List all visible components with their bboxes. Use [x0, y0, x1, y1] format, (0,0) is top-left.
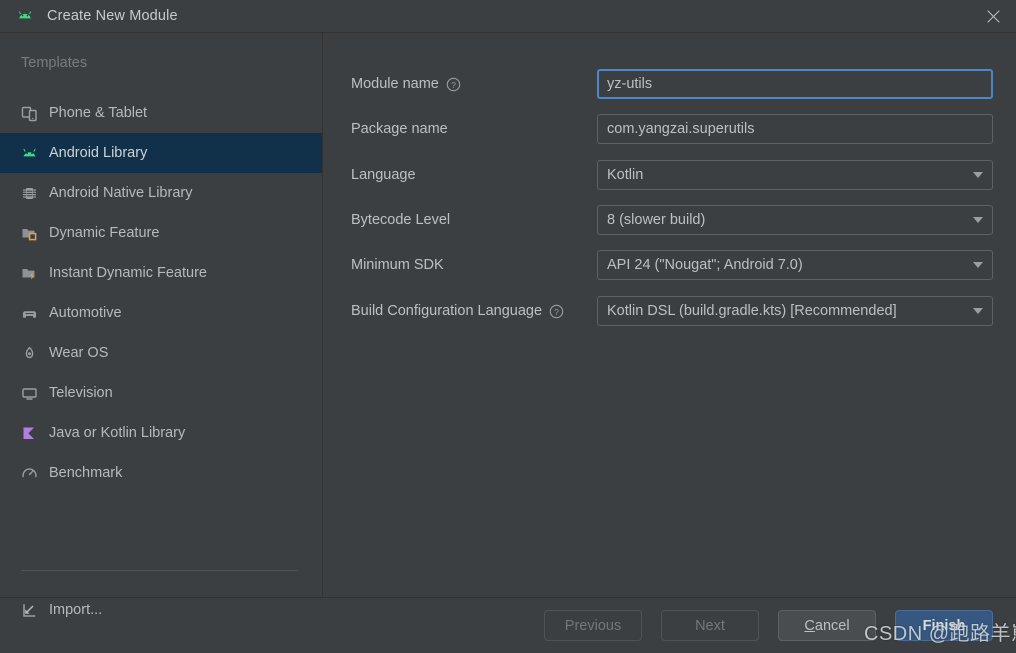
field-label-text: Module name [351, 76, 439, 92]
field-label-text: Build Configuration Language [351, 303, 543, 319]
form-row: Language Kotlin [323, 160, 1016, 190]
benchmark-gauge-icon [21, 465, 38, 482]
form-row: Package name com.yangzai.superutils [323, 114, 1016, 144]
field-label: Bytecode Level [351, 212, 450, 228]
help-circle-icon[interactable]: ? [549, 304, 564, 319]
field-label: Minimum SDK [351, 257, 444, 273]
kotlin-library-icon [21, 425, 38, 442]
sidebar-item-automotive[interactable]: Automotive [0, 293, 322, 333]
form-row: Build Configuration Language? Kotlin DSL … [323, 296, 1016, 326]
chevron-down-icon[interactable] [973, 217, 983, 223]
svg-text:?: ? [451, 79, 456, 89]
cancel-accel: C [804, 617, 815, 634]
instant-dynamic-feature-folder-icon [21, 265, 38, 282]
field-value: Kotlin DSL (build.gradle.kts) [Recommend… [607, 303, 897, 319]
form-row: Module name? yz-utils [323, 69, 1016, 99]
sidebar-item-android-library[interactable]: Android Library [0, 133, 322, 173]
templates-sidebar: Templates Phone & Tablet Android Library A… [0, 33, 323, 618]
previous-button[interactable]: Previous [544, 610, 642, 641]
sidebar-item-label: Dynamic Feature [49, 225, 160, 241]
dialog-footer: Previous Next Cancel Finish [0, 597, 1016, 653]
sidebar-item-java-or-kotlin-library[interactable]: Java or Kotlin Library [0, 413, 322, 453]
sidebar-item-android-native-library[interactable]: Android Native Library [0, 173, 322, 213]
field-label-text: Package name [351, 121, 448, 137]
field-label: Package name [351, 121, 448, 137]
sidebar-item-dynamic-feature[interactable]: Dynamic Feature [0, 213, 322, 253]
native-chip-icon [21, 185, 38, 202]
field-value: API 24 ("Nougat"; Android 7.0) [607, 257, 803, 273]
field-label: Module name? [351, 76, 461, 92]
next-button[interactable]: Next [661, 610, 759, 641]
car-icon [21, 305, 38, 322]
svg-text:?: ? [554, 306, 559, 316]
window-title: Create New Module [47, 8, 178, 24]
finish-button[interactable]: Finish [895, 610, 993, 641]
sidebar-item-label: Phone & Tablet [49, 105, 148, 121]
chevron-down-icon[interactable] [973, 308, 983, 314]
field-value: Kotlin [607, 167, 644, 183]
sidebar-item-label: Television [49, 385, 113, 401]
television-icon [21, 385, 38, 402]
dynamic-feature-folder-icon [21, 225, 38, 242]
chevron-down-icon[interactable] [973, 262, 983, 268]
field-select-2[interactable]: Kotlin [597, 160, 993, 190]
templates-list: Phone & Tablet Android Library Android Nat… [0, 93, 322, 493]
sidebar-item-label: Benchmark [49, 465, 123, 481]
field-input-0[interactable]: yz-utils [597, 69, 993, 99]
chevron-down-icon[interactable] [973, 172, 983, 178]
help-circle-icon[interactable]: ? [446, 77, 461, 92]
field-label: Build Configuration Language? [351, 303, 564, 319]
module-form-panel: Module name? yz-utils Package name com.yang… [323, 33, 1016, 597]
sidebar-divider [21, 570, 298, 571]
field-value: 8 (slower build) [607, 212, 706, 228]
templates-header: Templates [21, 55, 88, 71]
field-select-5[interactable]: Kotlin DSL (build.gradle.kts) [Recommend… [597, 296, 993, 326]
field-label-text: Bytecode Level [351, 212, 451, 228]
field-value: com.yangzai.superutils [607, 121, 755, 137]
form-row: Minimum SDK API 24 ("Nougat"; Android 7.0… [323, 250, 1016, 280]
phone-tablet-icon [21, 105, 38, 122]
dialog-body: Templates Phone & Tablet Android Library A… [0, 33, 1016, 618]
sidebar-item-phone-tablet[interactable]: Phone & Tablet [0, 93, 322, 133]
android-head-icon [17, 8, 33, 24]
sidebar-item-label: Automotive [49, 305, 122, 321]
field-input-1[interactable]: com.yangzai.superutils [597, 114, 993, 144]
field-label-text: Minimum SDK [351, 257, 444, 273]
close-icon[interactable] [970, 0, 1016, 33]
sidebar-item-label: Android Library [49, 145, 148, 161]
cancel-rest: ancel [814, 617, 850, 634]
title-bar: Create New Module [0, 0, 1016, 33]
field-select-3[interactable]: 8 (slower build) [597, 205, 993, 235]
android-head-icon [21, 145, 38, 162]
field-label: Language [351, 167, 416, 183]
sidebar-item-instant-dynamic-feature[interactable]: Instant Dynamic Feature [0, 253, 322, 293]
watch-icon [21, 345, 38, 362]
sidebar-item-television[interactable]: Television [0, 373, 322, 413]
form-row: Bytecode Level 8 (slower build) [323, 205, 1016, 235]
sidebar-item-label: Instant Dynamic Feature [49, 265, 207, 281]
create-new-module-dialog: Create New Module Templates Phone & Tabl… [0, 0, 1016, 653]
sidebar-item-label: Wear OS [49, 345, 109, 361]
sidebar-item-benchmark[interactable]: Benchmark [0, 453, 322, 493]
sidebar-item-wear-os[interactable]: Wear OS [0, 333, 322, 373]
cancel-button[interactable]: Cancel [778, 610, 876, 641]
field-select-4[interactable]: API 24 ("Nougat"; Android 7.0) [597, 250, 993, 280]
field-value: yz-utils [607, 76, 653, 92]
sidebar-item-label: Android Native Library [49, 185, 193, 201]
field-label-text: Language [351, 167, 416, 183]
sidebar-item-label: Java or Kotlin Library [49, 425, 186, 441]
